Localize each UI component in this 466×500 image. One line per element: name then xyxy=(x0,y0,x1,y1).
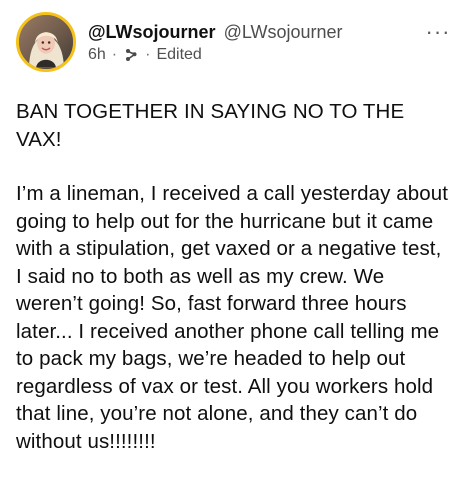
name-row: @LWsojourner @LWsojourner xyxy=(88,20,424,44)
share-icon xyxy=(123,47,139,63)
post-card: @LWsojourner @LWsojourner 6h · · Edited xyxy=(0,0,466,500)
more-options-button[interactable]: ··· xyxy=(424,18,452,46)
post-body: BAN TOGETHER IN SAYING NO TO THE VAX! I’… xyxy=(16,98,452,455)
profile-photo-icon xyxy=(19,15,73,69)
edited-label: Edited xyxy=(156,46,202,63)
post-subtitle: 6h · · Edited xyxy=(88,46,424,64)
display-name[interactable]: @LWsojourner xyxy=(88,20,216,44)
meta-separator: · xyxy=(145,46,151,63)
post-header: @LWsojourner @LWsojourner 6h · · Edited xyxy=(16,12,452,82)
post-heading-text: BAN TOGETHER IN SAYING NO TO THE VAX! xyxy=(16,100,411,151)
avatar[interactable] xyxy=(16,12,76,72)
meta-separator: · xyxy=(111,46,118,63)
post-time: 6h xyxy=(88,46,106,63)
post-meta: @LWsojourner @LWsojourner 6h · · Edited xyxy=(88,12,424,64)
post-body-text: I’m a lineman, I received a call yesterd… xyxy=(16,182,454,453)
user-handle[interactable]: @LWsojourner xyxy=(224,20,343,44)
more-options-icon: ··· xyxy=(425,19,451,44)
